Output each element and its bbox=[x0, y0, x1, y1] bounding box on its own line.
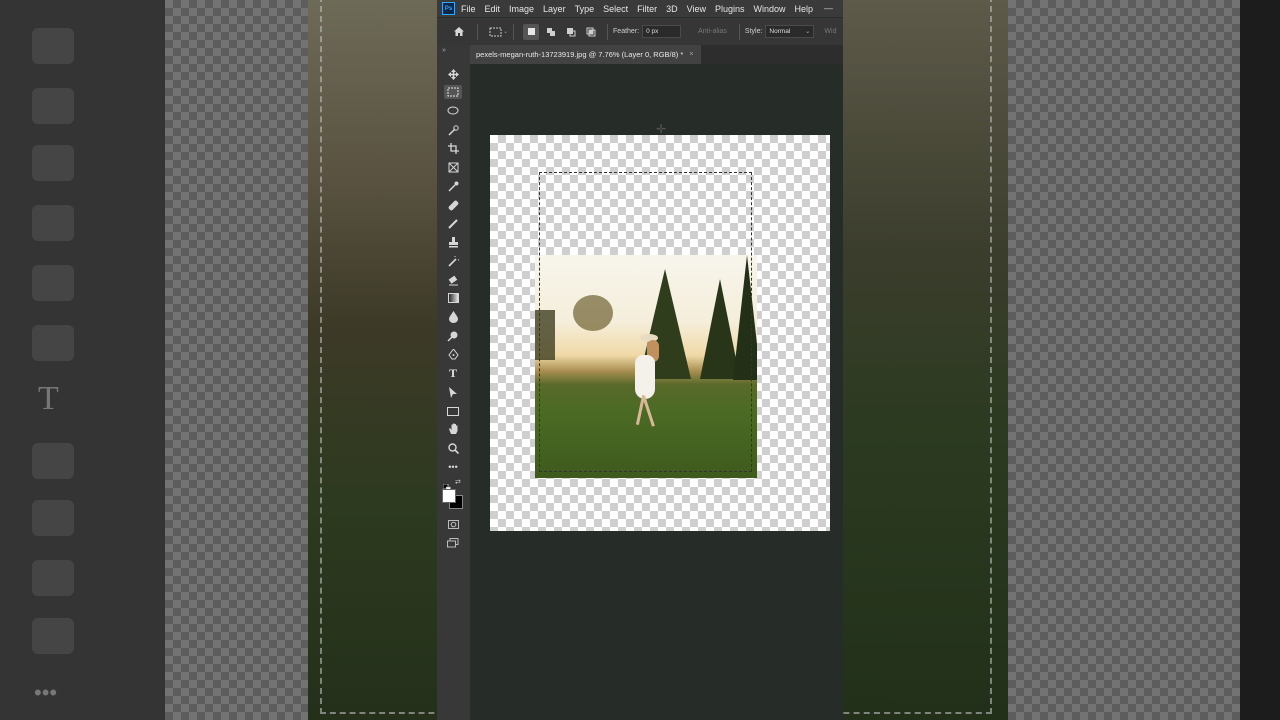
photoshop-logo-icon: Ps bbox=[442, 2, 455, 15]
rectangle-tool-icon[interactable] bbox=[444, 404, 462, 418]
screen-mode-icon[interactable] bbox=[444, 536, 462, 550]
pen-tool-icon[interactable] bbox=[444, 347, 462, 361]
menu-file[interactable]: File bbox=[461, 4, 476, 14]
backdrop-rectangle-icon bbox=[32, 500, 74, 536]
blur-tool-icon[interactable] bbox=[444, 310, 462, 324]
more-tools-icon[interactable]: ••• bbox=[444, 460, 462, 474]
menu-window[interactable]: Window bbox=[754, 4, 786, 14]
backdrop-type-icon: T bbox=[38, 380, 59, 417]
backdrop-more-icon: ••• bbox=[34, 680, 58, 705]
menu-help[interactable]: Help bbox=[795, 4, 814, 14]
canvas-area: ✛ bbox=[470, 64, 843, 720]
backdrop-pen-icon bbox=[32, 325, 74, 361]
menu-bar: Ps File Edit Image Layer Type Select Fil… bbox=[437, 0, 843, 17]
options-bar: ⌄ Feather: 0 px Anti-alias Style: Normal… bbox=[437, 18, 843, 46]
swap-colors-icon[interactable]: ⇄ bbox=[455, 478, 461, 486]
new-selection-icon[interactable] bbox=[523, 23, 540, 40]
chevron-down-icon: ⌄ bbox=[804, 28, 811, 35]
subtract-from-selection-icon[interactable] bbox=[563, 24, 579, 40]
type-tool-icon[interactable]: T bbox=[444, 366, 462, 380]
separator bbox=[513, 23, 515, 40]
menu-image[interactable]: Image bbox=[509, 4, 534, 14]
backdrop-gradient-icon bbox=[32, 145, 74, 181]
menu-select[interactable]: Select bbox=[603, 4, 628, 14]
feather-input[interactable]: 0 px bbox=[642, 25, 682, 38]
move-tool-icon[interactable] bbox=[444, 67, 462, 81]
document-canvas[interactable] bbox=[490, 135, 830, 531]
menu-type[interactable]: Type bbox=[575, 4, 595, 14]
hand-tool-icon[interactable] bbox=[444, 422, 462, 436]
healing-brush-tool-icon[interactable] bbox=[444, 198, 462, 212]
separator bbox=[477, 23, 478, 40]
quick-mask-icon[interactable] bbox=[444, 517, 462, 531]
backdrop-marquee bbox=[320, 0, 437, 714]
menu-3d[interactable]: 3D bbox=[666, 4, 678, 14]
backdrop-blur-icon bbox=[32, 205, 74, 241]
menu-filter[interactable]: Filter bbox=[637, 4, 657, 14]
width-label: Wid bbox=[824, 28, 837, 35]
lasso-tool-icon[interactable] bbox=[444, 104, 462, 118]
add-to-selection-icon[interactable] bbox=[543, 24, 559, 40]
backdrop-left: T ••• bbox=[0, 0, 437, 720]
gradient-tool-icon[interactable] bbox=[444, 291, 462, 305]
collapse-panel-icon[interactable]: » bbox=[442, 47, 446, 54]
style-select[interactable]: Normal ⌄ bbox=[765, 25, 815, 38]
backdrop-marquee-right bbox=[843, 0, 992, 714]
close-tab-icon[interactable]: × bbox=[689, 51, 693, 58]
backdrop-zoom-icon bbox=[32, 618, 74, 654]
minimize-icon[interactable]: — bbox=[824, 3, 833, 13]
antialias-checkbox[interactable]: Anti-alias bbox=[698, 28, 727, 35]
home-icon[interactable] bbox=[451, 24, 467, 40]
crosshair-cursor-icon: ✛ bbox=[656, 122, 667, 136]
backdrop-right bbox=[843, 0, 1280, 720]
clone-stamp-tool-icon[interactable] bbox=[444, 235, 462, 249]
brush-tool-icon[interactable] bbox=[444, 216, 462, 230]
marquee-preset-icon[interactable] bbox=[487, 24, 503, 40]
backdrop-edge bbox=[1240, 0, 1280, 720]
path-selection-tool-icon[interactable] bbox=[444, 385, 462, 399]
document-tab-title: pexels-megan-ruth-13723919.jpg @ 7.76% (… bbox=[476, 50, 684, 59]
quick-selection-tool-icon[interactable] bbox=[444, 123, 462, 137]
eraser-tool-icon[interactable] bbox=[444, 273, 462, 287]
separator bbox=[607, 23, 609, 40]
tools-panel: » T ••• ⇄ bbox=[437, 45, 471, 720]
zoom-tool-icon[interactable] bbox=[444, 441, 462, 455]
backdrop-dodge-icon bbox=[32, 265, 74, 301]
backdrop-brush-icon bbox=[32, 28, 74, 64]
separator bbox=[738, 23, 740, 40]
style-value: Normal bbox=[769, 28, 791, 35]
document-tab-bar: pexels-megan-ruth-13723919.jpg @ 7.76% (… bbox=[470, 45, 843, 64]
menu-edit[interactable]: Edit bbox=[485, 4, 501, 14]
feather-label: Feather: bbox=[613, 28, 640, 35]
dodge-tool-icon[interactable] bbox=[444, 329, 462, 343]
style-label: Style: bbox=[744, 28, 763, 35]
eyedropper-tool-icon[interactable] bbox=[444, 179, 462, 193]
photoshop-window: Ps File Edit Image Layer Type Select Fil… bbox=[437, 0, 843, 720]
backdrop-transparency-right bbox=[1008, 0, 1240, 720]
rectangular-marquee-tool-icon[interactable] bbox=[444, 85, 462, 99]
crop-tool-icon[interactable] bbox=[444, 141, 462, 155]
menu-layer[interactable]: Layer bbox=[543, 4, 566, 14]
document-tab[interactable]: pexels-megan-ruth-13723919.jpg @ 7.76% (… bbox=[470, 45, 702, 64]
intersect-selection-icon[interactable] bbox=[583, 24, 599, 40]
backdrop-path-select-icon bbox=[32, 443, 74, 479]
backdrop-hand-icon bbox=[32, 560, 74, 596]
backdrop-eraser-icon bbox=[32, 88, 74, 124]
history-brush-tool-icon[interactable] bbox=[444, 254, 462, 268]
foreground-color-swatch[interactable] bbox=[442, 489, 456, 503]
preset-chevron-icon[interactable]: ⌄ bbox=[503, 28, 508, 35]
selection-marquee bbox=[539, 172, 752, 472]
backdrop-toolbar: T ••• bbox=[0, 0, 165, 720]
menu-plugins[interactable]: Plugins bbox=[715, 4, 745, 14]
frame-tool-icon[interactable] bbox=[444, 160, 462, 174]
menu-view[interactable]: View bbox=[687, 4, 706, 14]
